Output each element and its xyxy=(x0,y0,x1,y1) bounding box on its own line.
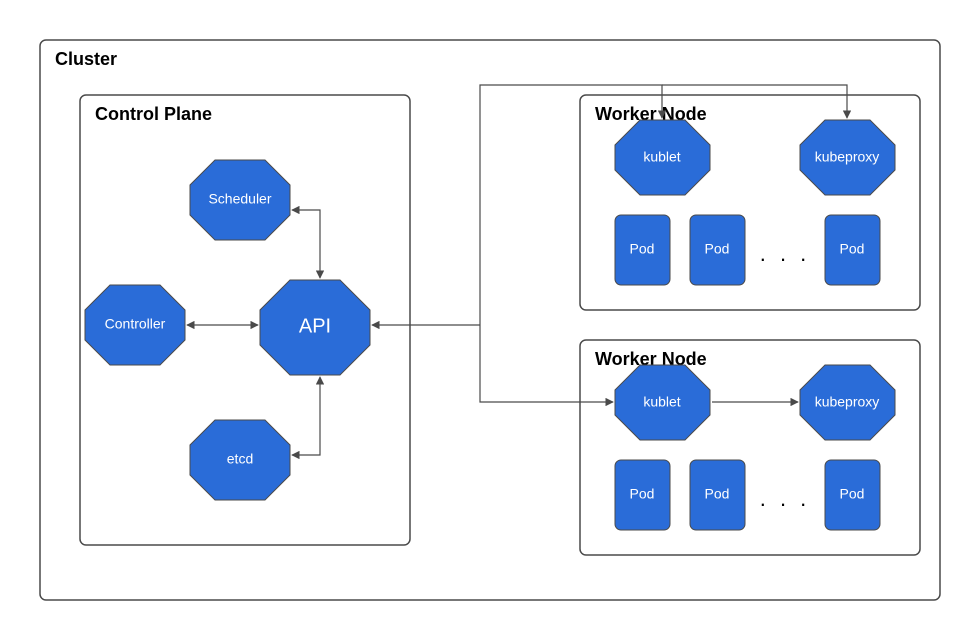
controller-label: Controller xyxy=(105,316,166,332)
wn2-pod-1-label: Pod xyxy=(630,486,655,502)
wn1-kubeproxy-label: kubeproxy xyxy=(815,149,880,165)
wn1-pod-2-label: Pod xyxy=(705,241,730,257)
wn2-kubelet-node: kublet xyxy=(615,365,710,440)
wn1-pod-1-label: Pod xyxy=(630,241,655,257)
wn2-pod-3-label: Pod xyxy=(840,486,865,502)
scheduler-label: Scheduler xyxy=(208,191,271,207)
wn2-kubeproxy-label: kubeproxy xyxy=(815,394,880,410)
edge-scheduler-api xyxy=(292,210,320,278)
wn2-ellipsis: . . . xyxy=(760,486,811,511)
wn1-pod-3-label: Pod xyxy=(840,241,865,257)
etcd-label: etcd xyxy=(227,451,253,467)
scheduler-node: Scheduler xyxy=(190,160,290,240)
control-plane-title: Control Plane xyxy=(95,104,212,124)
wn2-pod-2-label: Pod xyxy=(705,486,730,502)
wn1-kubelet-label: kublet xyxy=(643,149,680,165)
edge-etcd-api xyxy=(292,377,320,455)
api-node: API xyxy=(260,280,370,375)
architecture-diagram: Cluster Control Plane Scheduler Controll… xyxy=(0,0,980,640)
api-label: API xyxy=(299,315,331,337)
wn2-kubelet-label: kublet xyxy=(643,394,680,410)
cluster-title: Cluster xyxy=(55,49,117,69)
controller-node: Controller xyxy=(85,285,185,365)
wn2-kubeproxy-node: kubeproxy xyxy=(800,365,895,440)
wn1-kubeproxy-node: kubeproxy xyxy=(800,120,895,195)
wn1-kubelet-node: kublet xyxy=(615,120,710,195)
wn1-ellipsis: . . . xyxy=(760,241,811,266)
edge-trunk-wn2-kubelet xyxy=(480,325,613,402)
etcd-node: etcd xyxy=(190,420,290,500)
